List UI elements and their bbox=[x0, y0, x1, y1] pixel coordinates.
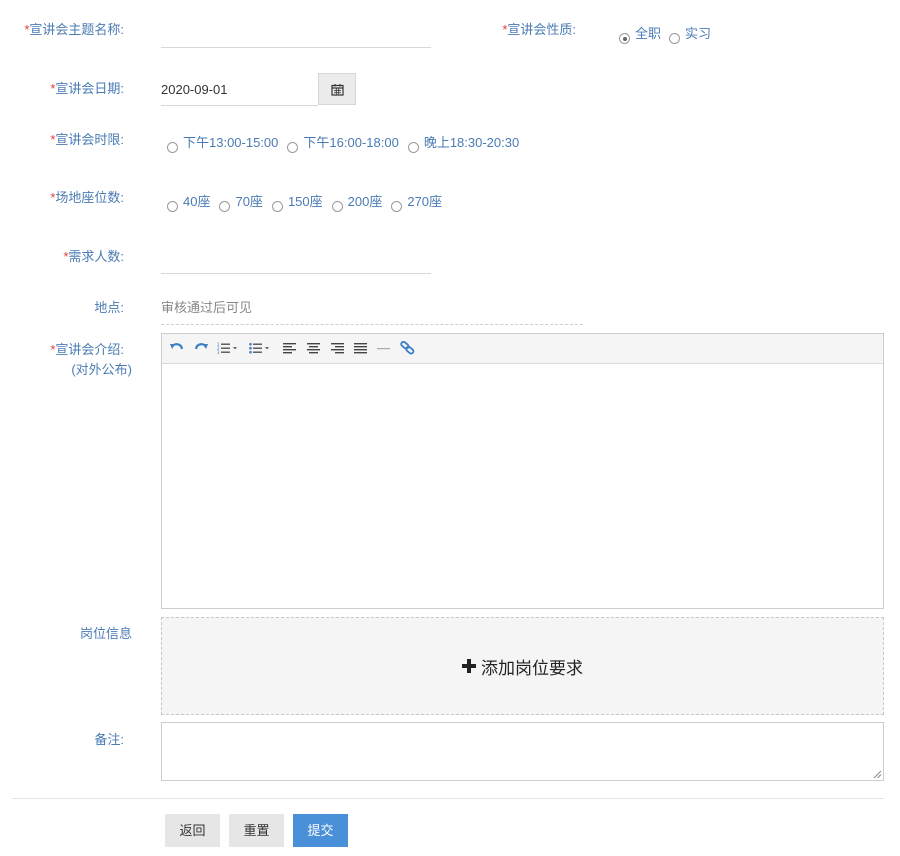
nature-option-intern[interactable]: 实习 bbox=[669, 23, 711, 44]
date-input[interactable]: 2020-09-01 bbox=[161, 74, 318, 106]
horizontal-rule-icon[interactable] bbox=[377, 341, 391, 355]
ordered-list-icon[interactable]: 1 2 3 bbox=[217, 341, 239, 355]
calendar-icon bbox=[330, 83, 344, 96]
svg-text:3: 3 bbox=[217, 350, 220, 354]
align-center-icon[interactable] bbox=[307, 341, 321, 355]
resize-handle-icon[interactable] bbox=[873, 770, 882, 779]
radio-icon[interactable] bbox=[669, 33, 681, 44]
back-button[interactable]: 返回 bbox=[165, 814, 220, 847]
seats-option-270[interactable]: 270座 bbox=[391, 191, 442, 212]
seats-option-200[interactable]: 200座 bbox=[331, 191, 382, 212]
positions-label: 岗位信息 bbox=[79, 626, 132, 641]
editor-content-area[interactable] bbox=[162, 364, 883, 608]
radio-icon[interactable] bbox=[271, 201, 283, 212]
intro-label: *宣讲会介绍: bbox=[50, 342, 124, 357]
form-divider bbox=[12, 798, 884, 799]
time-slot-label: *宣讲会时限: bbox=[50, 132, 124, 147]
radio-icon[interactable] bbox=[287, 142, 299, 153]
radio-icon[interactable] bbox=[407, 142, 419, 153]
radio-icon[interactable] bbox=[219, 201, 231, 212]
redo-icon[interactable] bbox=[193, 341, 209, 355]
radio-icon[interactable] bbox=[391, 201, 403, 212]
nature-label: *宣讲会性质: bbox=[502, 22, 576, 37]
nature-option-fulltime[interactable]: 全职 bbox=[619, 23, 661, 44]
undo-icon[interactable] bbox=[169, 341, 185, 355]
plus-icon bbox=[462, 659, 476, 673]
unordered-list-icon[interactable] bbox=[249, 341, 271, 355]
reset-button[interactable]: 重置 bbox=[229, 814, 284, 847]
seats-option-70[interactable]: 70座 bbox=[219, 191, 263, 212]
headcount-input[interactable] bbox=[161, 244, 431, 274]
align-justify-icon[interactable] bbox=[354, 341, 368, 355]
time-slot-option-1[interactable]: 下午13:00-15:00 bbox=[167, 132, 278, 153]
add-position-label: 添加岗位要求 bbox=[481, 658, 583, 678]
radio-icon[interactable] bbox=[167, 201, 178, 212]
date-picker-button[interactable] bbox=[318, 73, 356, 105]
radio-checked-icon[interactable] bbox=[619, 33, 630, 44]
remark-label: 备注: bbox=[94, 732, 124, 747]
topic-input[interactable] bbox=[161, 18, 431, 48]
link-icon[interactable] bbox=[400, 341, 416, 355]
align-right-icon[interactable] bbox=[331, 341, 345, 355]
nature-radio-group: 全职 实习 bbox=[619, 23, 711, 44]
location-label: 地点: bbox=[94, 300, 124, 315]
intro-sublabel: (对外公布) bbox=[71, 362, 132, 377]
headcount-label: *需求人数: bbox=[63, 249, 124, 264]
topic-label: *宣讲会主题名称: bbox=[24, 22, 124, 37]
seats-radio-group: 40座 70座 150座 200座 270座 bbox=[167, 191, 442, 212]
seats-option-150[interactable]: 150座 bbox=[271, 191, 323, 212]
radio-icon[interactable] bbox=[331, 201, 343, 212]
time-slot-option-2[interactable]: 下午16:00-18:00 bbox=[287, 132, 399, 153]
editor-toolbar: 1 2 3 bbox=[162, 334, 883, 364]
time-slot-option-3[interactable]: 晚上18:30-20:30 bbox=[407, 132, 519, 153]
seats-option-40[interactable]: 40座 bbox=[167, 191, 210, 212]
seats-label: *场地座位数: bbox=[50, 190, 124, 205]
submit-button[interactable]: 提交 bbox=[293, 814, 348, 847]
remark-textarea[interactable] bbox=[161, 722, 884, 781]
location-field: 审核通过后可见 bbox=[161, 298, 583, 325]
date-label: *宣讲会日期: bbox=[50, 81, 124, 96]
radio-icon[interactable] bbox=[167, 142, 178, 153]
rich-text-editor: 1 2 3 bbox=[161, 333, 884, 609]
align-left-icon[interactable] bbox=[283, 341, 297, 355]
add-position-button[interactable]: 添加岗位要求 bbox=[161, 617, 884, 715]
time-slot-radio-group: 下午13:00-15:00 下午16:00-18:00 晚上18:30-20:3… bbox=[167, 132, 519, 153]
